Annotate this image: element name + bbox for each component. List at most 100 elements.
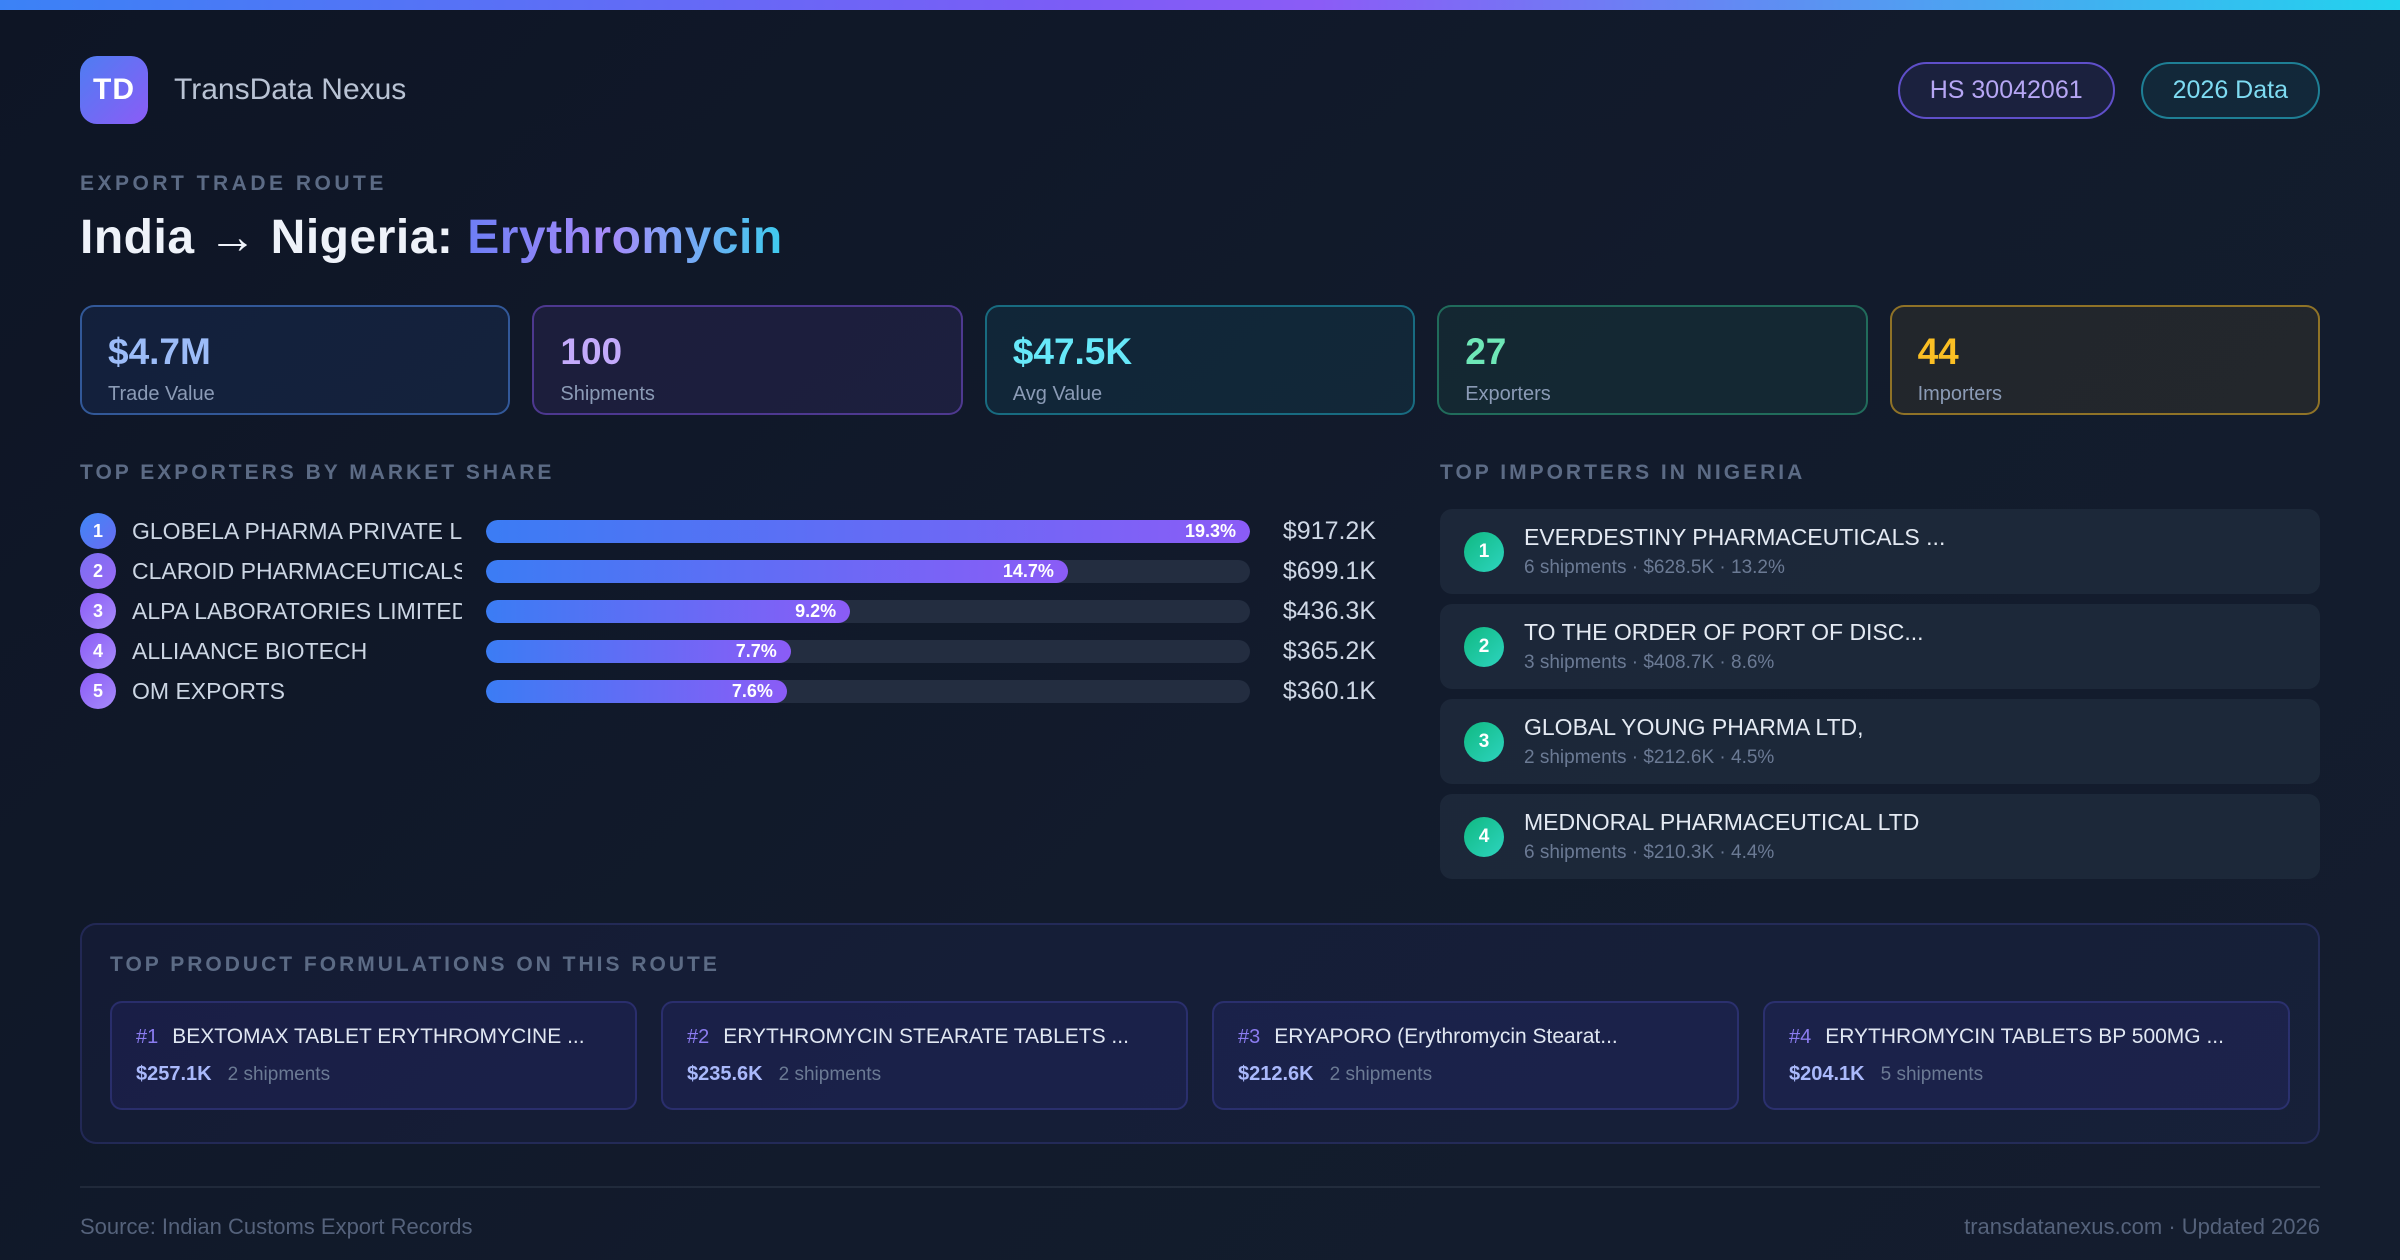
stat-label: Importers [1917, 383, 2003, 405]
footer-site: transdatanexus.com · Updated 2026 [1964, 1214, 2320, 1239]
share-percent-label: 14.7% [1002, 560, 1054, 581]
formulation-rank: #1 [136, 1026, 159, 1048]
stat-value: 44 [1917, 331, 1959, 372]
formulation-name: ERYTHROMYCIN STEARATE TABLETS ... [723, 1025, 1129, 1048]
importer-row[interactable]: 3 GLOBAL YOUNG PHARMA LTD, 2 shipments ·… [1440, 699, 2320, 784]
footer: Source: Indian Customs Export Records tr… [80, 1186, 2320, 1240]
stat-value: 100 [560, 331, 623, 372]
stat-cards: $4.7M Trade Value 100 Shipments $47.5K A… [80, 305, 2320, 415]
importer-meta: 6 shipments · $210.3K · 4.4% [1524, 842, 1775, 863]
rank-badge: 5 [80, 673, 116, 709]
importer-row[interactable]: 2 TO THE ORDER OF PORT OF DISC... 3 ship… [1440, 604, 2320, 689]
exporter-name: GLOBELA PHARMA PRIVATE LIM... [132, 517, 462, 544]
hs-code-chip[interactable]: HS 30042061 [1897, 61, 2115, 119]
share-percent-label: 7.6% [731, 680, 773, 701]
brand-name: TransData Nexus [174, 73, 407, 106]
top-exporters-section: TOP EXPORTERS BY MARKET SHARE 1 GLOBELA … [80, 461, 1376, 711]
formulation-name: ERYAPORO (Erythromycin Stearat... [1274, 1025, 1618, 1048]
header-chips: HS 30042061 2026 Data [1897, 61, 2320, 119]
footer-source: Source: Indian Customs Export Records [80, 1214, 473, 1239]
rank-badge: 1 [1464, 531, 1504, 572]
market-share-bar-track: 19.3% [486, 519, 1250, 543]
importer-meta: 6 shipments · $628.5K · 13.2% [1524, 557, 1785, 578]
rank-badge: 2 [80, 553, 116, 589]
market-share-bar-fill: 9.2% [486, 599, 851, 623]
exporter-name: OM EXPORTS [132, 677, 285, 704]
accent-top-bar [0, 0, 2400, 10]
rank-badge: 3 [80, 593, 116, 629]
formulation-rank: #4 [1789, 1026, 1812, 1048]
importer-row[interactable]: 1 EVERDESTINY PHARMACEUTICALS ... 6 ship… [1440, 509, 2320, 594]
formulation-card[interactable]: #3 ERYAPORO (Erythromycin Stearat... $21… [1212, 1001, 1739, 1110]
formulation-value: $204.1K [1789, 1063, 1865, 1085]
rank-badge: 2 [1464, 626, 1504, 667]
exporters-section-title: TOP EXPORTERS BY MARKET SHARE [80, 461, 555, 484]
formulation-value: $212.6K [1238, 1063, 1314, 1085]
eyebrow-label: EXPORT TRADE ROUTE [80, 172, 387, 195]
stat-label: Exporters [1465, 383, 1551, 405]
product-title: Erythromycin [467, 211, 783, 264]
formulation-name: ERYTHROMYCIN TABLETS BP 500MG ... [1825, 1025, 2224, 1048]
stat-card-exporters: 27 Exporters [1437, 305, 1868, 415]
importer-name: GLOBAL YOUNG PHARMA LTD, [1524, 714, 1864, 740]
importer-row[interactable]: 4 MEDNORAL PHARMACEUTICAL LTD 6 shipment… [1440, 794, 2320, 879]
importers-list: 1 EVERDESTINY PHARMACEUTICALS ... 6 ship… [1440, 509, 2320, 879]
formulation-cards: #1 BEXTOMAX TABLET ERYTHROMYCINE ... $25… [110, 1001, 2290, 1110]
market-share-bar-fill: 7.7% [486, 639, 791, 663]
formulation-rank: #3 [1238, 1026, 1261, 1048]
formulation-shipments: 2 shipments [227, 1064, 331, 1085]
stat-card-shipments: 100 Shipments [532, 305, 963, 415]
stat-label: Shipments [560, 383, 655, 405]
market-share-bar-fill: 19.3% [486, 519, 1250, 543]
formulation-rank: #2 [687, 1026, 710, 1048]
exporter-value: $365.2K [1282, 636, 1376, 665]
stat-value: $47.5K [1012, 331, 1133, 372]
exporters-bar-list: 1 GLOBELA PHARMA PRIVATE LIM... 19.3% $9… [80, 511, 1376, 711]
header: TD TransData Nexus HS 30042061 2026 Data [80, 56, 2320, 124]
market-share-bar-track: 14.7% [486, 559, 1250, 583]
rank-badge: 4 [1464, 816, 1504, 857]
exporter-row[interactable]: 1 GLOBELA PHARMA PRIVATE LIM... 19.3% $9… [80, 511, 1376, 551]
formulation-shipments: 2 shipments [1329, 1064, 1433, 1085]
formulations-section-title: TOP PRODUCT FORMULATIONS ON THIS ROUTE [110, 953, 720, 976]
stat-label: Trade Value [108, 383, 215, 405]
formulation-shipments: 2 shipments [778, 1064, 882, 1085]
formulation-card[interactable]: #4 ERYTHROMYCIN TABLETS BP 500MG ... $20… [1763, 1001, 2290, 1110]
exporter-value: $699.1K [1282, 556, 1376, 585]
rank-badge: 4 [80, 633, 116, 669]
importer-meta: 2 shipments · $212.6K · 4.5% [1524, 747, 1775, 768]
formulation-value: $257.1K [136, 1063, 212, 1085]
importer-meta: 3 shipments · $408.7K · 8.6% [1524, 652, 1775, 673]
market-share-bar-track: 7.7% [486, 639, 1250, 663]
importer-name: TO THE ORDER OF PORT OF DISC... [1524, 619, 1924, 645]
formulation-card[interactable]: #2 ERYTHROMYCIN STEARATE TABLETS ... $23… [661, 1001, 1188, 1110]
exporter-row[interactable]: 3 ALPA LABORATORIES LIMITED 9.2% $436.3K [80, 591, 1376, 631]
importer-name: EVERDESTINY PHARMACEUTICALS ... [1524, 524, 1946, 550]
exporter-row[interactable]: 2 CLAROID PHARMACEUTICALS PR... 14.7% $6… [80, 551, 1376, 591]
share-percent-label: 7.7% [735, 640, 777, 661]
exporter-value: $917.2K [1282, 516, 1376, 545]
exporter-row[interactable]: 5 OM EXPORTS 7.6% $360.1K [80, 671, 1376, 711]
exporter-name: ALPA LABORATORIES LIMITED [132, 597, 462, 624]
rank-badge: 1 [80, 513, 116, 549]
stat-card-avg-value: $47.5K Avg Value [984, 305, 1416, 415]
brand-logo: TD [80, 56, 148, 124]
stat-card-trade-value: $4.7M Trade Value [80, 305, 511, 415]
market-share-bar-fill: 14.7% [486, 559, 1068, 583]
stat-label: Avg Value [1012, 383, 1103, 405]
stat-value: 27 [1465, 331, 1507, 372]
market-share-bar-fill: 7.6% [486, 679, 787, 703]
importers-section-title: TOP IMPORTERS IN NIGERIA [1440, 461, 1806, 484]
market-share-bar-track: 7.6% [486, 679, 1250, 703]
exporter-value: $360.1K [1282, 676, 1376, 705]
formulation-card[interactable]: #1 BEXTOMAX TABLET ERYTHROMYCINE ... $25… [110, 1001, 637, 1110]
route-title: India → Nigeria: [80, 211, 468, 264]
year-chip[interactable]: 2026 Data [2140, 61, 2320, 119]
formulation-name: BEXTOMAX TABLET ERYTHROMYCINE ... [172, 1025, 585, 1048]
rank-badge: 3 [1464, 721, 1504, 762]
page-title: India → Nigeria: Erythromycin [80, 210, 2320, 265]
stat-value: $4.7M [108, 331, 211, 372]
brand: TD TransData Nexus [80, 56, 406, 124]
exporter-row[interactable]: 4 ALLIAANCE BIOTECH 7.7% $365.2K [80, 631, 1376, 671]
top-importers-section: TOP IMPORTERS IN NIGERIA 1 EVERDESTINY P… [1440, 461, 2320, 879]
